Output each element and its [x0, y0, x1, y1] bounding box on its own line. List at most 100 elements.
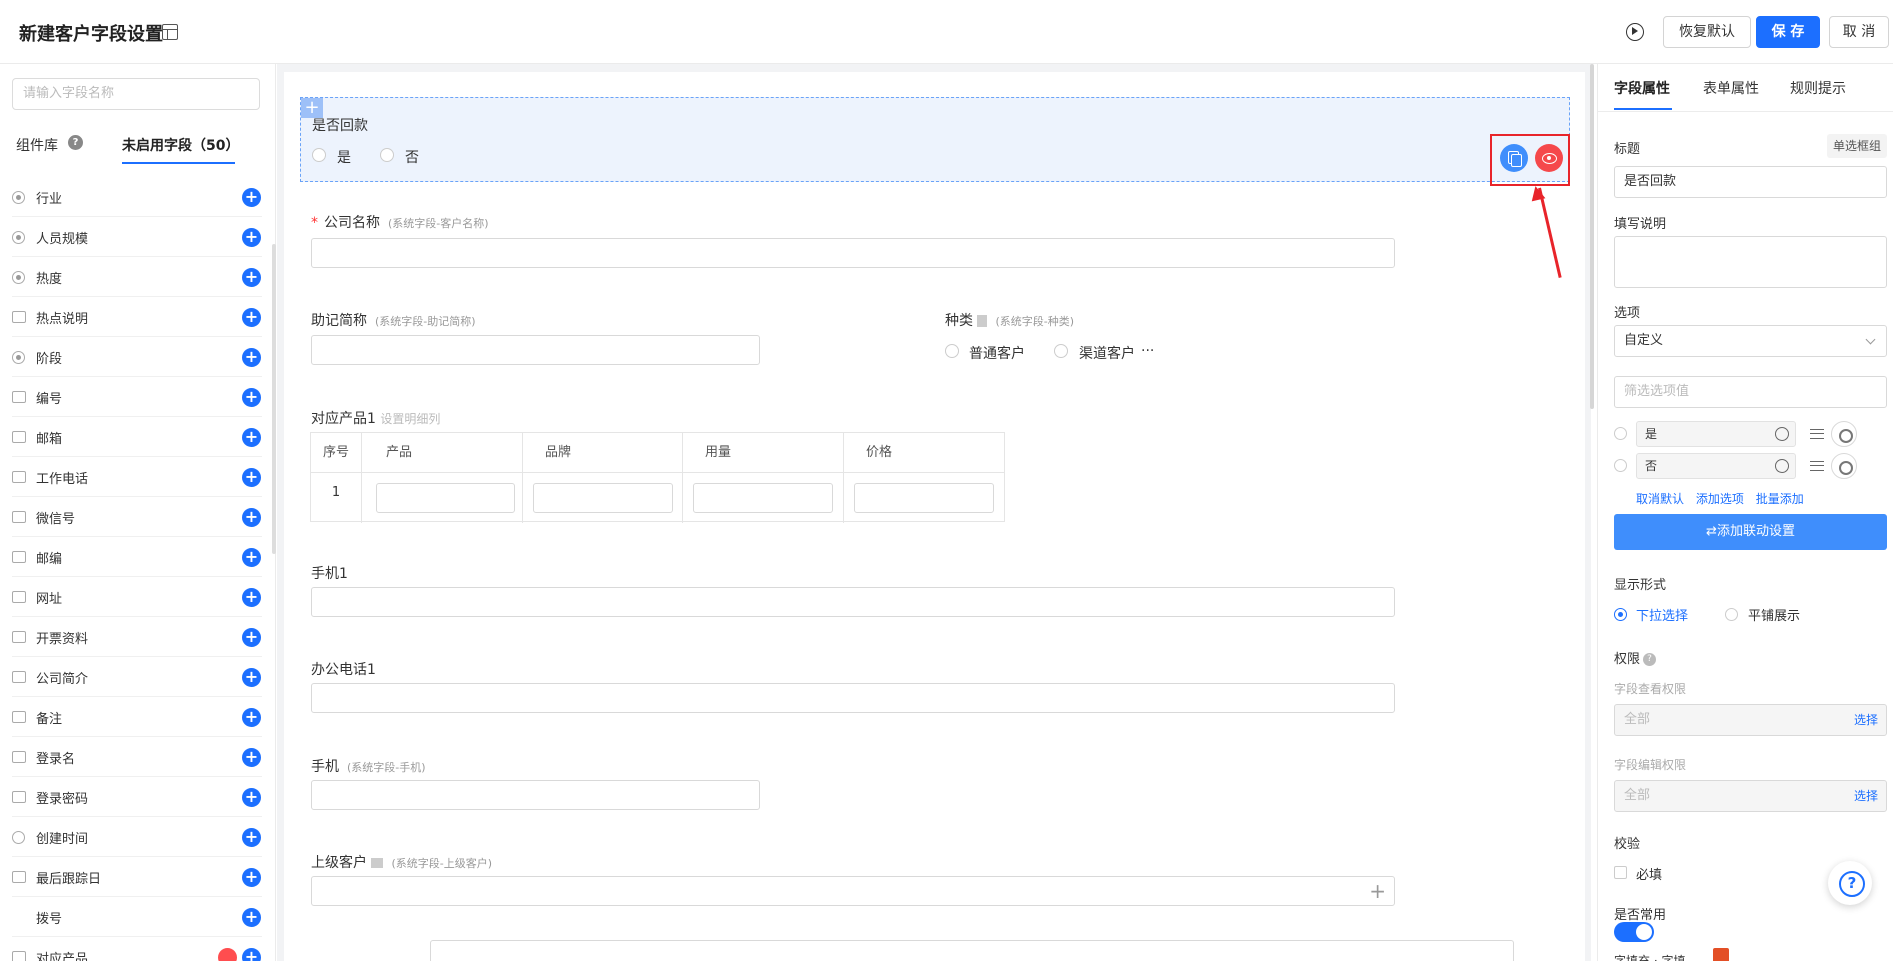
list-item[interactable]: 热度 +: [12, 257, 262, 297]
list-item[interactable]: 阶段 +: [12, 337, 262, 377]
list-item[interactable]: 工作电话 +: [12, 457, 262, 497]
add-icon[interactable]: +: [242, 228, 261, 247]
plus-icon[interactable]: +: [1369, 879, 1386, 903]
mobile-input[interactable]: [311, 780, 760, 810]
add-icon[interactable]: +: [242, 388, 261, 407]
canvas-scrollbar[interactable]: [1590, 64, 1594, 409]
list-item[interactable]: 编号 +: [12, 377, 262, 417]
add-icon[interactable]: +: [242, 348, 261, 367]
add-icon[interactable]: +: [242, 468, 261, 487]
brand-input[interactable]: [533, 483, 673, 513]
selected-field-block[interactable]: [300, 97, 1570, 182]
title-input[interactable]: 是否回款: [1614, 166, 1887, 198]
add-icon[interactable]: +: [242, 708, 261, 727]
add-icon[interactable]: +: [242, 428, 261, 447]
view-permission-select-link[interactable]: 选择: [1854, 705, 1878, 735]
add-icon[interactable]: +: [242, 948, 261, 961]
add-icon[interactable]: +: [242, 508, 261, 527]
list-item[interactable]: 拨号 +: [12, 897, 262, 937]
add-icon[interactable]: +: [242, 548, 261, 567]
option-value-input[interactable]: 是: [1636, 421, 1796, 447]
more-icon[interactable]: ···: [1141, 343, 1154, 359]
gear-icon[interactable]: [1831, 421, 1857, 447]
add-icon[interactable]: +: [242, 748, 261, 767]
radio-yes[interactable]: [312, 148, 326, 162]
list-item[interactable]: 网址 +: [12, 577, 262, 617]
product-input[interactable]: [376, 483, 515, 513]
office-phone1-input[interactable]: [311, 683, 1395, 713]
list-item[interactable]: 邮箱 +: [12, 417, 262, 457]
help-icon[interactable]: ?: [68, 135, 83, 150]
parent-customer-input[interactable]: +: [311, 876, 1395, 906]
left-scrollbar[interactable]: [272, 244, 276, 554]
radio-normal-customer[interactable]: [945, 344, 959, 358]
common-use-toggle[interactable]: [1614, 922, 1654, 942]
delete-icon[interactable]: [218, 948, 237, 961]
palette-icon[interactable]: [1775, 427, 1789, 441]
add-icon[interactable]: +: [242, 828, 261, 847]
add-icon[interactable]: +: [242, 668, 261, 687]
price-input[interactable]: [854, 483, 994, 513]
list-item[interactable]: 热点说明 +: [12, 297, 262, 337]
list-item[interactable]: 公司简介 +: [12, 657, 262, 697]
tab-rule-hints[interactable]: 规则提示: [1790, 78, 1846, 98]
save-button[interactable]: 保 存: [1756, 16, 1820, 48]
filter-options-input[interactable]: 筛选选项值: [1614, 376, 1887, 408]
short-name-input[interactable]: [311, 335, 760, 365]
set-detail-columns-link[interactable]: 设置明细列: [380, 412, 440, 426]
list-item[interactable]: 对应产品 +: [12, 937, 262, 961]
tab-form-properties[interactable]: 表单属性: [1703, 78, 1759, 98]
add-icon[interactable]: +: [242, 268, 261, 287]
list-item[interactable]: 开票资料 +: [12, 617, 262, 657]
add-icon[interactable]: +: [242, 588, 261, 607]
cancel-button[interactable]: 取 消: [1829, 16, 1889, 48]
list-item[interactable]: 备注 +: [12, 697, 262, 737]
edit-permission-select-link[interactable]: 选择: [1854, 781, 1878, 811]
description-textarea[interactable]: [1614, 236, 1887, 288]
partial-input[interactable]: [430, 940, 1514, 961]
add-icon[interactable]: +: [242, 868, 261, 887]
help-float-button[interactable]: [1828, 861, 1872, 905]
add-icon[interactable]: +: [242, 788, 261, 807]
add-icon[interactable]: +: [242, 908, 261, 927]
default-radio[interactable]: [1614, 459, 1627, 472]
layout-icon[interactable]: [162, 24, 178, 40]
help-icon[interactable]: ?: [1643, 653, 1657, 666]
tab-unused-fields[interactable]: 未启用字段（50）: [122, 135, 239, 155]
radio-channel-customer[interactable]: [1054, 344, 1068, 358]
radio-no[interactable]: [380, 148, 394, 162]
list-item[interactable]: 登录密码 +: [12, 777, 262, 817]
list-item[interactable]: 创建时间 +: [12, 817, 262, 857]
palette-icon[interactable]: [1775, 459, 1789, 473]
required-checkbox[interactable]: [1614, 866, 1627, 879]
options-source-select[interactable]: 自定义: [1614, 325, 1887, 357]
company-name-input[interactable]: [311, 238, 1395, 268]
drag-icon[interactable]: [1810, 461, 1824, 471]
display-dropdown-radio[interactable]: [1614, 608, 1627, 621]
clear-default-link[interactable]: 取消默认: [1636, 492, 1684, 506]
field-search-input[interactable]: 请输入字段名称: [12, 78, 260, 110]
preview-play-icon[interactable]: [1626, 23, 1644, 41]
tab-component-library[interactable]: 组件库: [16, 135, 58, 155]
list-item[interactable]: 微信号 +: [12, 497, 262, 537]
mobile1-input[interactable]: [311, 587, 1395, 617]
add-icon[interactable]: +: [242, 188, 261, 207]
default-radio[interactable]: [1614, 427, 1627, 440]
batch-add-link[interactable]: 批量添加: [1756, 492, 1804, 506]
drag-icon[interactable]: [1810, 429, 1824, 439]
add-icon[interactable]: +: [242, 308, 261, 327]
list-item[interactable]: 行业 +: [12, 177, 262, 217]
list-item[interactable]: 登录名 +: [12, 737, 262, 777]
display-tiled-radio[interactable]: [1725, 608, 1738, 621]
option-value-input[interactable]: 否: [1636, 453, 1796, 479]
add-icon[interactable]: +: [242, 628, 261, 647]
tab-field-properties[interactable]: 字段属性: [1614, 78, 1670, 98]
add-option-link[interactable]: 添加选项: [1696, 492, 1744, 506]
list-item[interactable]: 邮编 +: [12, 537, 262, 577]
restore-default-button[interactable]: 恢复默认: [1663, 16, 1751, 48]
usage-input[interactable]: [693, 483, 833, 513]
list-item[interactable]: 人员规模 +: [12, 217, 262, 257]
gear-icon[interactable]: [1831, 453, 1857, 479]
add-linkage-button[interactable]: ⇄添加联动设置: [1614, 514, 1887, 550]
list-item[interactable]: 最后跟踪日 +: [12, 857, 262, 897]
